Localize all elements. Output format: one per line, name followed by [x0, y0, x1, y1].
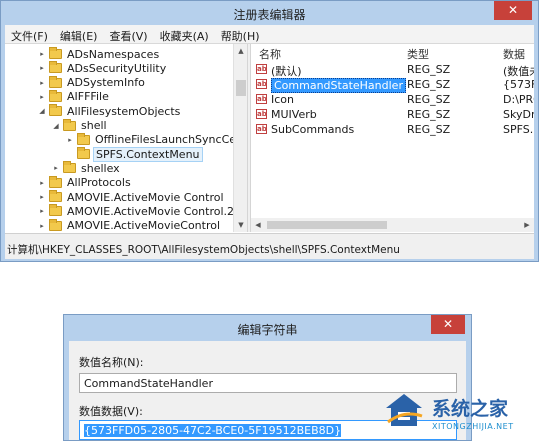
expand-arrow-icon[interactable]: ▸: [37, 193, 47, 201]
value-name: CommandStateHandler: [271, 78, 406, 93]
scroll-thumb[interactable]: [236, 80, 246, 96]
folder-icon: [49, 175, 62, 188]
tree-item-label: shell: [81, 119, 107, 132]
tree-item-label: SPFS.ContextMenu: [93, 146, 203, 162]
column-name[interactable]: 名称: [259, 46, 281, 62]
folder-icon: [63, 118, 76, 131]
value-data: D:\PRO: [503, 93, 534, 106]
watermark-url: XITONGZHIJIA.NET: [432, 422, 514, 431]
column-type[interactable]: 类型: [407, 46, 429, 62]
folder-icon: [77, 147, 90, 160]
value-type: REG_SZ: [407, 123, 451, 136]
value-type: REG_SZ: [407, 108, 451, 121]
expand-arrow-icon[interactable]: ◢: [37, 107, 47, 115]
column-data[interactable]: 数据: [503, 46, 525, 62]
value-type: REG_SZ: [407, 93, 451, 106]
value-type: REG_SZ: [407, 63, 451, 76]
value-row[interactable]: ab Icon REG_SZ D:\PRO: [251, 92, 534, 107]
value-name: SubCommands: [271, 123, 355, 136]
scroll-up-icon[interactable]: ▲: [234, 44, 248, 58]
string-value-icon: ab: [256, 64, 267, 74]
menu-bar: 文件(F) 编辑(E) 查看(V) 收藏夹(A) 帮助(H): [5, 25, 534, 43]
folder-icon: [49, 104, 62, 117]
folder-icon: [49, 89, 62, 102]
expand-arrow-icon[interactable]: ▸: [65, 136, 75, 144]
value-data: SPFS.E: [503, 123, 534, 136]
value-name-label: 数值名称(N):: [79, 356, 144, 369]
tree-item-label: OfflineFilesLaunchSyncCenter: [95, 133, 247, 147]
tree-item-label: AllProtocols: [67, 176, 131, 190]
list-header: 名称 类型 数据: [251, 44, 534, 62]
expand-arrow-icon[interactable]: ▸: [37, 79, 47, 87]
watermark-title: 系统之家: [432, 398, 509, 420]
string-value-icon: ab: [256, 109, 267, 119]
folder-icon: [49, 61, 62, 74]
window-title: 注册表编辑器: [233, 8, 306, 22]
list-horizontal-scrollbar[interactable]: ◀ ▶: [251, 218, 534, 232]
expand-arrow-icon[interactable]: ▸: [37, 64, 47, 72]
expand-arrow-icon[interactable]: ▸: [51, 164, 61, 172]
expand-arrow-icon[interactable]: ▸: [37, 207, 47, 215]
folder-icon: [49, 190, 62, 202]
values-list: 名称 类型 数据 ab(默认)REG_SZ(数值未abCommandStateH…: [251, 44, 534, 232]
menu-help[interactable]: 帮助(H): [215, 25, 266, 43]
content-panes: ▸ ADsNamespaces ▸ ADsSecurityUtility ▸ ADSyst…: [5, 43, 534, 233]
string-value-icon: ab: [256, 94, 267, 104]
scroll-down-icon[interactable]: ▼: [234, 218, 248, 232]
menu-file[interactable]: 文件(F): [5, 25, 54, 43]
selected-text: {573FFD05-2805-47C2-BCE0-5F19512BEB8D}: [84, 424, 342, 437]
value-data-label: 数值数据(V):: [79, 405, 143, 418]
folder-icon: [49, 204, 62, 217]
registry-editor-window: 注册表编辑器 ✕ 文件(F) 编辑(E) 查看(V) 收藏夹(A) 帮助(H) …: [0, 0, 539, 262]
registry-tree: ▸ ADsNamespaces ▸ ADsSecurityUtility ▸ ADSyst…: [5, 44, 247, 232]
hscroll-thumb[interactable]: [267, 221, 387, 229]
menu-favorites[interactable]: 收藏夹(A): [154, 25, 215, 43]
tree-item-label: AMOVIE.ActiveMovieControl: [67, 219, 221, 232]
expand-arrow-icon[interactable]: ▸: [37, 179, 47, 187]
tree-item[interactable]: ▸ AMOVIE.ActiveMovieControl: [37, 218, 222, 232]
scroll-left-icon[interactable]: ◀: [251, 218, 265, 232]
tree-item-label: ADSystemInfo: [67, 76, 145, 90]
folder-icon: [49, 75, 62, 88]
value-row[interactable]: ab(默认)REG_SZ(数值未: [251, 62, 534, 78]
tree-vertical-scrollbar[interactable]: ▲ ▼: [233, 44, 247, 232]
value-data: {573FI: [503, 78, 534, 91]
title-bar: 注册表编辑器 ✕: [1, 1, 538, 25]
tree-item-label: AllFilesystemObjects: [67, 104, 181, 118]
string-value-icon: ab: [256, 79, 267, 89]
menu-view[interactable]: 查看(V): [103, 25, 153, 43]
scroll-right-icon[interactable]: ▶: [520, 218, 534, 232]
tree-item-label: AMOVIE.ActiveMovie Control: [67, 190, 224, 204]
tree-item-label: ADsSecurityUtility: [67, 61, 167, 75]
folder-icon: [49, 218, 62, 231]
value-name: Icon: [271, 93, 294, 106]
tree-item-label: ADsNamespaces: [67, 47, 160, 61]
expand-arrow-icon[interactable]: ▸: [37, 93, 47, 101]
close-button[interactable]: ✕: [494, 1, 532, 20]
watermark: 系统之家 XITONGZHIJIA.NET: [378, 388, 539, 441]
value-row[interactable]: ab CommandStateHandlerREG_SZ {573FI: [251, 77, 534, 93]
status-bar: 计算机\HKEY_CLASSES_ROOT\AllFilesystemObjec…: [5, 233, 534, 259]
expand-arrow-icon[interactable]: ◢: [51, 122, 61, 130]
expand-arrow-icon[interactable]: ▸: [37, 222, 47, 230]
value-row[interactable]: ab SubCommands REG_SZ SPFS.E: [251, 122, 534, 137]
value-data: SkyDri: [503, 108, 534, 121]
value-type: REG_SZ: [407, 78, 451, 91]
dialog-close-button[interactable]: ✕: [431, 315, 465, 334]
folder-icon: [63, 161, 76, 174]
value-row[interactable]: ab MUIVerb REG_SZ SkyDri: [251, 107, 534, 122]
tree-item-label: shellex: [81, 161, 120, 175]
string-value-icon: ab: [256, 124, 267, 134]
tree-item-label: AMOVIE.ActiveMovie Control.2: [67, 204, 235, 218]
status-path: 计算机\HKEY_CLASSES_ROOT\AllFilesystemObjec…: [7, 244, 400, 256]
expand-arrow-icon[interactable]: ▸: [37, 50, 47, 58]
house-logo-icon: [386, 394, 423, 426]
folder-icon: [77, 132, 90, 145]
tree-item-label: AIFFFile: [67, 90, 109, 104]
dialog-title: 编辑字符串: [237, 323, 298, 337]
value-name: MUIVerb: [271, 108, 317, 121]
menu-edit[interactable]: 编辑(E): [54, 25, 104, 43]
folder-icon: [49, 47, 62, 59]
